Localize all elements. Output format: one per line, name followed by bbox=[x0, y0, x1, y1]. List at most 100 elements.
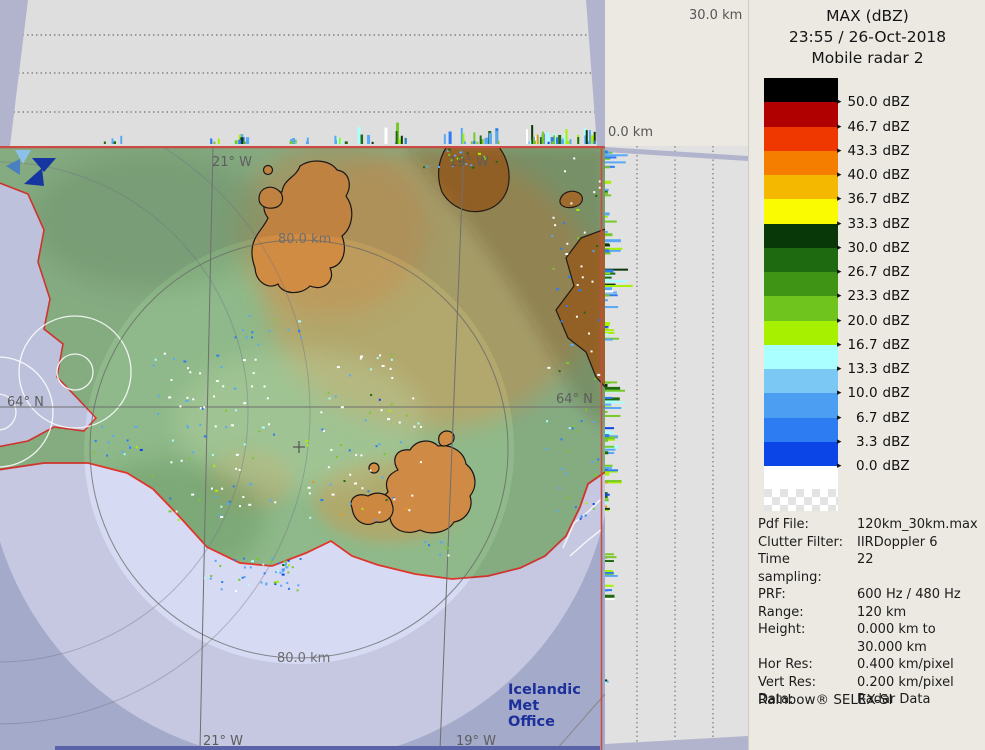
tick-arrow-icon: ▸ bbox=[837, 170, 842, 180]
tick-arrow-icon: ▸ bbox=[837, 461, 842, 471]
legend-header: MAX (dBZ) 23:55 / 26-Oct-2018 Mobile rad… bbox=[749, 6, 985, 69]
scale-tick-label: ▸16.7dBZ bbox=[837, 337, 910, 353]
scale-tick-label: ▸10.0dBZ bbox=[837, 385, 910, 401]
scale-tick-label: ▸33.3dBZ bbox=[837, 216, 910, 232]
projection-axis-corner: 30.0 km 0.0 km bbox=[605, 0, 748, 146]
height-axis-zero-label: 0.0 km bbox=[608, 125, 653, 140]
top-projection-canvas bbox=[0, 0, 605, 146]
tick-arrow-icon: ▸ bbox=[837, 267, 842, 277]
tick-arrow-icon: ▸ bbox=[837, 437, 842, 447]
metadata-label: Pdf File: bbox=[758, 516, 857, 534]
color-scale bbox=[764, 78, 838, 466]
metadata-row: PRF:600 Hz / 480 Hz bbox=[758, 586, 980, 604]
tick-arrow-icon: ▸ bbox=[837, 340, 842, 350]
lat-label-64n-left: 64° N bbox=[7, 395, 44, 410]
range-ring-label-bottom: 80.0 km bbox=[277, 651, 330, 666]
radar-name: Mobile radar 2 bbox=[749, 48, 985, 69]
tick-arrow-icon: ▸ bbox=[837, 364, 842, 374]
vertical-projection-top bbox=[0, 0, 605, 146]
legend-panel: MAX (dBZ) 23:55 / 26-Oct-2018 Mobile rad… bbox=[748, 0, 985, 750]
image-border-bottom bbox=[55, 746, 600, 750]
metadata-label: Hor Res: bbox=[758, 656, 857, 674]
projected-echoes bbox=[605, 151, 633, 684]
scale-tick-label: ▸6.7dBZ bbox=[837, 410, 910, 426]
color-scale-nodata bbox=[764, 489, 838, 511]
scale-tick-label: ▸46.7dBZ bbox=[837, 119, 910, 135]
scale-tick-label: ▸0.0dBZ bbox=[837, 458, 910, 474]
metadata-row: Clutter Filter:IIRDoppler 6 bbox=[758, 534, 980, 552]
tick-arrow-icon: ▸ bbox=[837, 97, 842, 107]
product-metadata: Pdf File:120km_30km.maxClutter Filter:II… bbox=[758, 516, 980, 709]
scan-cone-edge bbox=[605, 736, 748, 750]
vertical-projection-right bbox=[605, 146, 749, 750]
scale-color-block bbox=[764, 345, 838, 369]
tick-arrow-icon: ▸ bbox=[837, 291, 842, 301]
metadata-value: 120 km bbox=[857, 604, 906, 622]
color-scale-below-zero bbox=[764, 466, 838, 489]
scale-color-block bbox=[764, 418, 838, 442]
scale-color-block bbox=[764, 272, 838, 296]
metadata-row: Hor Res:0.400 km/pixel bbox=[758, 656, 980, 674]
scan-cone-edge bbox=[586, 0, 605, 146]
icelandic-met-office-logo: Icelandic Met Office bbox=[508, 682, 605, 730]
scale-tick-label: ▸3.3dBZ bbox=[837, 434, 910, 450]
tick-arrow-icon: ▸ bbox=[837, 122, 842, 132]
metadata-row: Height:0.000 km to 30.000 km bbox=[758, 621, 980, 656]
scale-tick-label: ▸30.0dBZ bbox=[837, 240, 910, 256]
lat-label-64n-right: 64° N bbox=[556, 392, 593, 407]
scan-datetime: 23:55 / 26-Oct-2018 bbox=[749, 27, 985, 48]
scale-tick-label: ▸36.7dBZ bbox=[837, 191, 910, 207]
metadata-value: 0.200 km/pixel bbox=[857, 674, 954, 692]
metadata-label: PRF: bbox=[758, 586, 857, 604]
scale-color-block bbox=[764, 393, 838, 417]
radar-map[interactable]: 21° W 19° W 80.0 km 64° N 64° N 80.0 km … bbox=[0, 146, 605, 750]
metadata-value: 0.400 km/pixel bbox=[857, 656, 954, 674]
metadata-value: 600 Hz / 480 Hz bbox=[857, 586, 961, 604]
tick-arrow-icon: ▸ bbox=[837, 388, 842, 398]
metadata-value: IIRDoppler 6 bbox=[857, 534, 938, 552]
metadata-row: Range:120 km bbox=[758, 604, 980, 622]
scale-tick-label: ▸50.0dBZ bbox=[837, 94, 910, 110]
glacier-myrdalsjokull bbox=[382, 441, 475, 533]
scale-color-block bbox=[764, 369, 838, 393]
range-ring-label-top: 80.0 km bbox=[278, 232, 331, 247]
metadata-label: Height: bbox=[758, 621, 857, 656]
glacier-eyjafjallajokull bbox=[351, 493, 393, 524]
scale-color-block bbox=[764, 224, 838, 248]
scale-color-block bbox=[764, 175, 838, 199]
metadata-label: Clutter Filter: bbox=[758, 534, 857, 552]
radar-app-window: 30.0 km 0.0 km bbox=[0, 0, 985, 750]
lon-label-21w-top: 21° W bbox=[212, 155, 252, 170]
right-projection-canvas bbox=[605, 146, 748, 750]
metadata-value: 120km_30km.max bbox=[857, 516, 978, 534]
lon-label-19w-bottom: 19° W bbox=[456, 734, 496, 749]
tick-arrow-icon: ▸ bbox=[837, 413, 842, 423]
tick-arrow-icon: ▸ bbox=[837, 316, 842, 326]
scale-tick-label: ▸13.3dBZ bbox=[837, 361, 910, 377]
scale-tick-label: ▸40.0dBZ bbox=[837, 167, 910, 183]
software-brand: Rainbow® SELEX-SI bbox=[758, 692, 892, 708]
scan-cone-edge bbox=[605, 147, 748, 161]
scale-tick-label: ▸43.3dBZ bbox=[837, 143, 910, 159]
scale-color-block bbox=[764, 296, 838, 320]
scale-color-block bbox=[764, 102, 838, 126]
scale-color-block bbox=[764, 78, 838, 102]
metadata-row: Pdf File:120km_30km.max bbox=[758, 516, 980, 534]
tick-arrow-icon: ▸ bbox=[837, 219, 842, 229]
scale-color-block bbox=[764, 321, 838, 345]
metadata-label: Time sampling: bbox=[758, 551, 857, 586]
projected-echoes bbox=[104, 123, 596, 144]
tick-arrow-icon: ▸ bbox=[837, 243, 842, 253]
lon-label-21w-bottom: 21° W bbox=[203, 734, 243, 749]
metadata-row: Vert Res:0.200 km/pixel bbox=[758, 674, 980, 692]
lon-label-19w-top: 19° W bbox=[449, 155, 489, 170]
scale-color-block bbox=[764, 199, 838, 223]
metadata-row: Time sampling:22 bbox=[758, 551, 980, 586]
scale-color-block bbox=[764, 248, 838, 272]
scale-color-block bbox=[764, 151, 838, 175]
logo-arrows-icon bbox=[0, 146, 58, 186]
tick-arrow-icon: ▸ bbox=[837, 146, 842, 156]
metadata-value: 0.000 km to 30.000 km bbox=[857, 621, 936, 656]
logo-line2: Office bbox=[508, 714, 605, 730]
metadata-label: Range: bbox=[758, 604, 857, 622]
